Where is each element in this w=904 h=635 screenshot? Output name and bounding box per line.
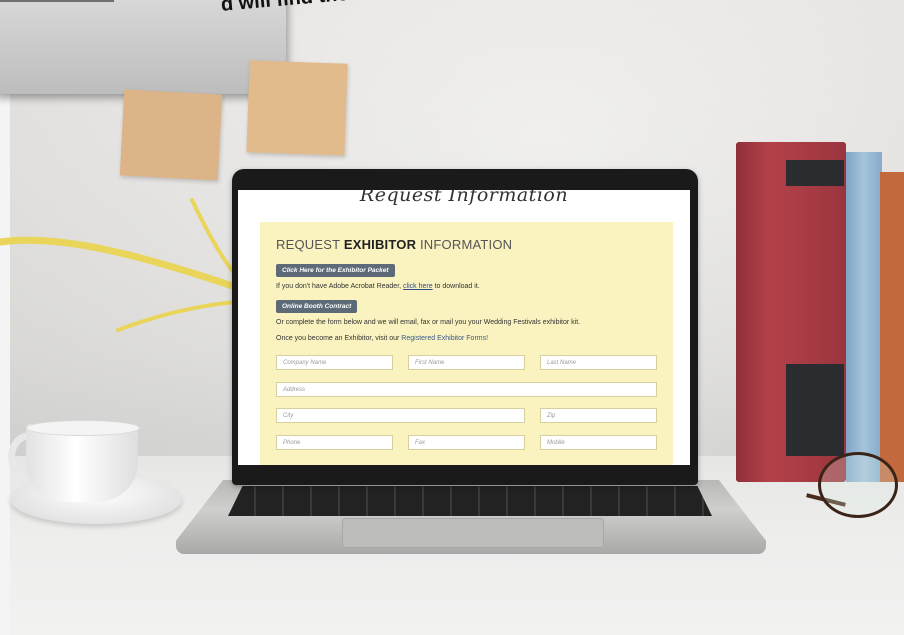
laptop-keyboard — [228, 486, 712, 516]
complete-form-text: Or complete the form below and we will e… — [276, 319, 581, 326]
cup-rim — [26, 420, 140, 436]
top-card-shade — [0, 0, 114, 2]
script-title: Request Information — [359, 190, 569, 206]
last-name-field[interactable]: Last Name — [540, 355, 657, 370]
company-name-field[interactable]: Company Name — [276, 355, 393, 370]
sticky-note — [119, 89, 223, 181]
request-form-panel: REQUEST EXHIBITOR INFORMATION Click Here… — [260, 222, 673, 465]
phone-field[interactable]: Phone — [276, 435, 393, 450]
booth-contract-button[interactable]: Online Booth Contract — [276, 300, 358, 313]
laptop-screen: Request Information REQUEST EXHIBITOR IN… — [238, 190, 690, 465]
acrobat-post: to download it. — [432, 283, 480, 290]
laptop-trackpad — [342, 518, 604, 548]
registered-forms-link[interactable]: Registered Exhibitor Forms! — [401, 335, 488, 342]
acrobat-text: If you don't have Adobe Acrobat Reader, … — [276, 283, 480, 290]
panel-title-post: INFORMATION — [416, 237, 513, 252]
acrobat-link[interactable]: click here — [403, 283, 433, 290]
exhibitor-pre: Once you become an Exhibitor, visit our — [276, 335, 402, 342]
book-band — [786, 160, 844, 186]
acrobat-pre: If you don't have Adobe Acrobat Reader, — [276, 283, 404, 290]
zip-field[interactable]: Zip — [540, 408, 657, 423]
red-book — [736, 142, 846, 482]
first-name-field[interactable]: First Name — [408, 355, 525, 370]
panel-title-pre: REQUEST — [276, 237, 344, 252]
book-band — [786, 364, 844, 456]
exhibitor-packet-button[interactable]: Click Here for the Exhibitor Packet — [276, 264, 395, 277]
sticky-note — [246, 60, 348, 156]
photo-scene: d will find the "Registered Request Info… — [0, 0, 904, 635]
panel-title-bold: EXHIBITOR — [343, 237, 417, 252]
eyeglasses — [818, 452, 898, 518]
fax-field[interactable]: Fax — [408, 435, 525, 450]
blue-book — [846, 152, 882, 482]
arrow-stroke — [0, 236, 254, 296]
city-field[interactable]: City — [276, 408, 525, 423]
address-field[interactable]: Address — [276, 382, 657, 397]
orange-book — [880, 172, 904, 482]
panel-title: REQUEST EXHIBITOR INFORMATION — [276, 237, 512, 252]
mobile-field[interactable]: Mobile — [540, 435, 657, 450]
exhibitor-text: Once you become an Exhibitor, visit our … — [276, 335, 488, 342]
